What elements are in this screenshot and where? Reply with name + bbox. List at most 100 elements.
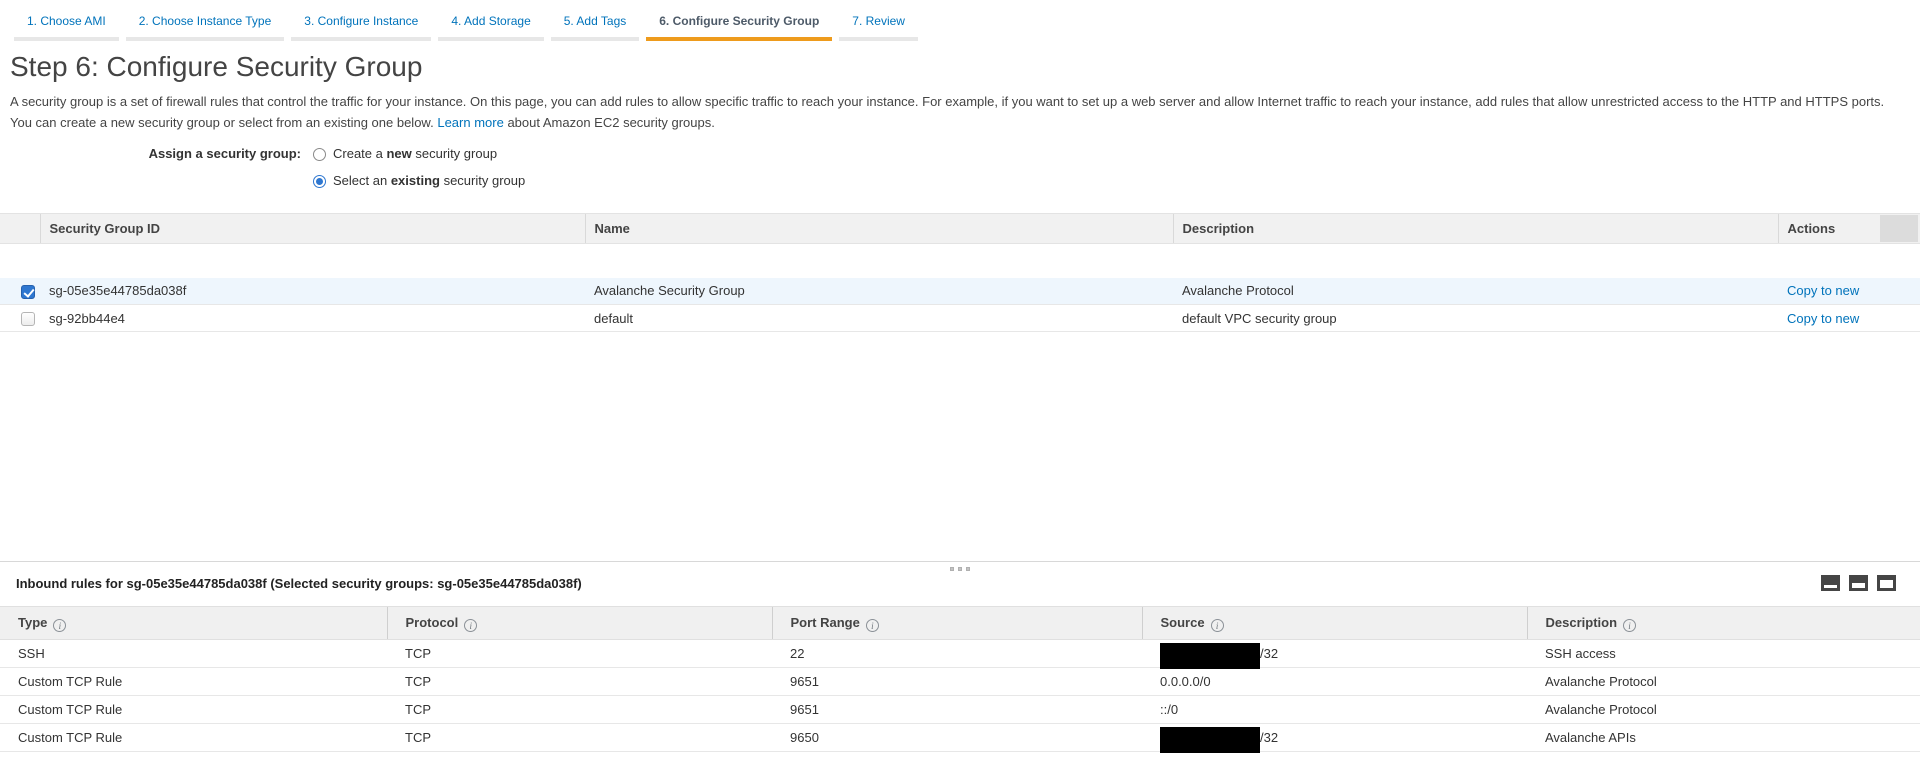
radio-label: Create a new security group bbox=[333, 145, 497, 163]
security-group-id: sg-05e35e44785da038f bbox=[40, 278, 585, 305]
security-group-id: sg-92bb44e4 bbox=[40, 305, 585, 332]
split-view-large-icon[interactable] bbox=[1877, 575, 1896, 591]
radio-icon bbox=[313, 148, 326, 161]
inbound-column-header: Sourcei bbox=[1142, 607, 1527, 640]
wizard-tab[interactable]: 6. Configure Security Group bbox=[646, 14, 832, 41]
rule-type: Custom TCP Rule bbox=[0, 668, 387, 696]
split-view-small-icon[interactable] bbox=[1821, 575, 1840, 591]
wizard-tab-underline bbox=[14, 37, 119, 41]
page-title: Step 6: Configure Security Group bbox=[0, 41, 1920, 89]
row-checkbox[interactable] bbox=[21, 312, 35, 326]
rule-source: /32 bbox=[1142, 724, 1527, 752]
rule-protocol: TCP bbox=[387, 724, 772, 752]
rule-port-range: 22 bbox=[772, 640, 1142, 668]
inbound-column-header: Port Rangei bbox=[772, 607, 1142, 640]
pane-drag-handle-icon[interactable] bbox=[944, 565, 976, 573]
rule-description: Avalanche Protocol bbox=[1527, 696, 1920, 724]
info-icon[interactable]: i bbox=[866, 619, 879, 632]
empty-space bbox=[0, 332, 1920, 561]
inbound-column-header: Descriptioni bbox=[1527, 607, 1920, 640]
description-text: A security group is a set of firewall ru… bbox=[10, 94, 1884, 130]
redacted-ip-box bbox=[1160, 643, 1260, 669]
security-group-row[interactable]: sg-05e35e44785da038f Avalanche Security … bbox=[0, 278, 1920, 305]
security-group-name: default bbox=[585, 305, 1173, 332]
rule-protocol: TCP bbox=[387, 668, 772, 696]
column-header-description: Description bbox=[1173, 214, 1778, 244]
pane-layout-icons bbox=[1821, 575, 1896, 591]
security-group-radio-option[interactable]: Create a new security group bbox=[313, 145, 525, 163]
wizard-tab[interactable]: 2. Choose Instance Type bbox=[126, 14, 285, 41]
inbound-rule-row: Custom TCP Rule TCP 9650 /32 Avalanche A… bbox=[0, 724, 1920, 752]
inbound-rules-table: TypeiProtocoliPort RangeiSourceiDescript… bbox=[0, 606, 1920, 752]
wizard-tab-label: 4. Add Storage bbox=[438, 14, 543, 28]
copy-to-new-link[interactable]: Copy to new bbox=[1787, 283, 1859, 298]
rule-description: Avalanche APIs bbox=[1527, 724, 1920, 752]
wizard-tab[interactable]: 4. Add Storage bbox=[438, 14, 543, 41]
rule-source: 0.0.0.0/0 bbox=[1142, 668, 1527, 696]
column-header-name: Name bbox=[585, 214, 1173, 244]
inbound-column-header: Protocoli bbox=[387, 607, 772, 640]
wizard-tab-underline bbox=[551, 37, 640, 41]
wizard-tab-underline bbox=[438, 37, 543, 41]
security-group-row[interactable]: sg-92bb44e4 default default VPC security… bbox=[0, 305, 1920, 332]
wizard-tab-underline bbox=[646, 37, 832, 41]
security-group-description: default VPC security group bbox=[1173, 305, 1778, 332]
rule-protocol: TCP bbox=[387, 640, 772, 668]
rule-type: SSH bbox=[0, 640, 387, 668]
wizard-tab-label: 3. Configure Instance bbox=[291, 14, 431, 28]
wizard-tab[interactable]: 7. Review bbox=[839, 14, 918, 41]
info-icon[interactable]: i bbox=[53, 619, 66, 632]
wizard-tab-label: 7. Review bbox=[839, 14, 918, 28]
rule-port-range: 9650 bbox=[772, 724, 1142, 752]
wizard-tab-underline bbox=[839, 37, 918, 41]
wizard-tab[interactable]: 5. Add Tags bbox=[551, 14, 640, 41]
inbound-rule-row: SSH TCP 22 /32 SSH access bbox=[0, 640, 1920, 668]
rule-port-range: 9651 bbox=[772, 668, 1142, 696]
rule-description: SSH access bbox=[1527, 640, 1920, 668]
redacted-ip-box bbox=[1160, 727, 1260, 753]
column-header-actions: Actions bbox=[1778, 214, 1920, 244]
security-groups-table: Security Group ID Name Description Actio… bbox=[0, 213, 1920, 332]
column-header-security-group-id: Security Group ID bbox=[40, 214, 585, 244]
info-icon[interactable]: i bbox=[1623, 619, 1636, 632]
security-group-name: Avalanche Security Group bbox=[585, 278, 1173, 305]
inbound-rules-title: Inbound rules for sg-05e35e44785da038f (… bbox=[16, 576, 582, 591]
wizard-tab-label: 6. Configure Security Group bbox=[646, 14, 832, 28]
rule-protocol: TCP bbox=[387, 696, 772, 724]
assign-options: Create a new security group Select an ex… bbox=[313, 145, 525, 199]
wizard-tab[interactable]: 3. Configure Instance bbox=[291, 14, 431, 41]
radio-label: Select an existing security group bbox=[333, 172, 525, 190]
pane-divider bbox=[0, 561, 1920, 562]
security-groups-header-row: Security Group ID Name Description Actio… bbox=[0, 214, 1920, 244]
rule-port-range: 9651 bbox=[772, 696, 1142, 724]
rule-description: Avalanche Protocol bbox=[1527, 668, 1920, 696]
radio-icon bbox=[313, 175, 326, 188]
info-icon[interactable]: i bbox=[1211, 619, 1224, 632]
page-description: A security group is a set of firewall ru… bbox=[0, 89, 1910, 133]
security-group-radio-option[interactable]: Select an existing security group bbox=[313, 172, 525, 190]
security-group-description: Avalanche Protocol bbox=[1173, 278, 1778, 305]
row-checkbox[interactable] bbox=[21, 285, 35, 299]
info-icon[interactable]: i bbox=[464, 619, 477, 632]
split-view-half-icon[interactable] bbox=[1849, 575, 1868, 591]
inbound-rules-header-row: TypeiProtocoliPort RangeiSourceiDescript… bbox=[0, 607, 1920, 640]
rule-source: ::/0 bbox=[1142, 696, 1527, 724]
wizard-tab-label: 5. Add Tags bbox=[551, 14, 640, 28]
wizard-tab-underline bbox=[291, 37, 431, 41]
scrollbar-track[interactable] bbox=[1880, 215, 1918, 242]
rule-type: Custom TCP Rule bbox=[0, 696, 387, 724]
wizard-tab-label: 2. Choose Instance Type bbox=[126, 14, 285, 28]
rule-source: /32 bbox=[1142, 640, 1527, 668]
table-spacer-row bbox=[0, 244, 1920, 278]
description-text-after: about Amazon EC2 security groups. bbox=[507, 115, 714, 130]
assign-security-group-label: Assign a security group: bbox=[0, 145, 301, 199]
rule-type: Custom TCP Rule bbox=[0, 724, 387, 752]
wizard-tab[interactable]: 1. Choose AMI bbox=[14, 14, 119, 41]
checkbox-column-header bbox=[0, 214, 40, 244]
learn-more-link[interactable]: Learn more bbox=[437, 115, 503, 130]
inbound-column-header: Typei bbox=[0, 607, 387, 640]
copy-to-new-link[interactable]: Copy to new bbox=[1787, 311, 1859, 326]
assign-security-group-row: Assign a security group: Create a new se… bbox=[0, 145, 1920, 199]
wizard-tab-underline bbox=[126, 37, 285, 41]
inbound-rule-row: Custom TCP Rule TCP 9651 0.0.0.0/0 Avala… bbox=[0, 668, 1920, 696]
